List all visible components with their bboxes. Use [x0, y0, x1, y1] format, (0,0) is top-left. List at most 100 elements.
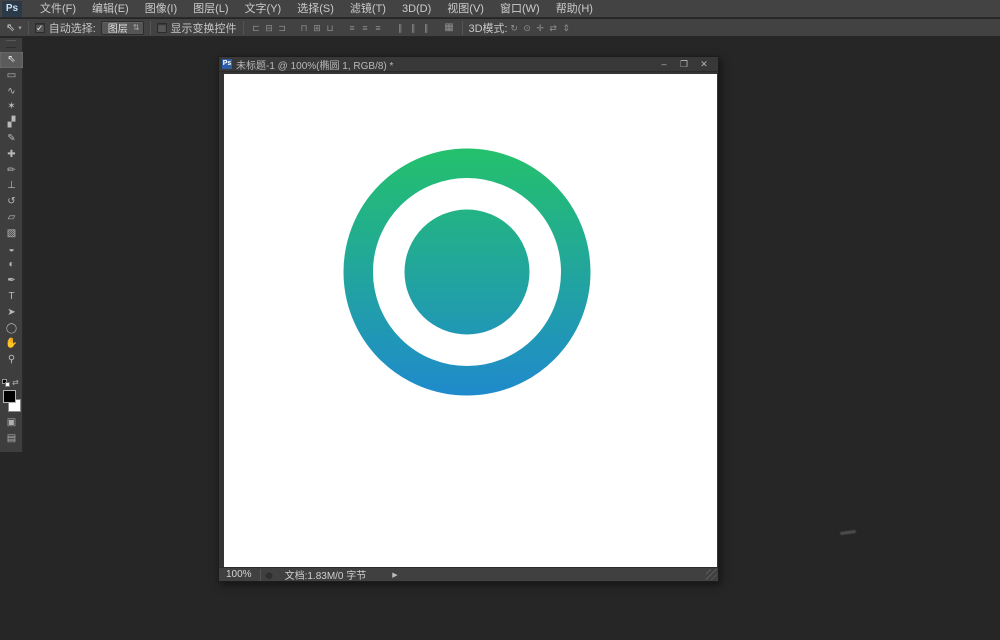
stepper-arrows-icon: ⇅	[133, 23, 140, 32]
menu-3d[interactable]: 3D(D)	[394, 0, 439, 18]
align-bottom-edges-icon[interactable]: ⊔	[324, 21, 337, 35]
path-selection-tool[interactable]: ➤	[0, 305, 23, 321]
zoom-level-field[interactable]: 100%	[219, 569, 260, 580]
stray-mark	[840, 530, 856, 535]
align-top-edges-icon[interactable]: ⊓	[298, 21, 311, 35]
distribute-bottom-edges-icon[interactable]: ≡	[372, 21, 385, 35]
eraser-tool[interactable]: ▱	[0, 210, 23, 226]
quick-mask-button[interactable]: ▣	[0, 417, 23, 428]
menu-items: 文件(F)编辑(E)图像(I)图层(L)文字(Y)选择(S)滤镜(T)3D(D)…	[32, 0, 601, 18]
show-transform-label: 显示变换控件	[171, 20, 237, 36]
window-resize-grip[interactable]	[706, 569, 717, 580]
3d-scale-icon[interactable]: ⇕	[560, 21, 573, 35]
3d-slide-icon[interactable]: ⇄	[547, 21, 560, 35]
type-tool[interactable]: T	[0, 289, 23, 305]
eyedropper-tool[interactable]: ✎	[0, 131, 23, 147]
distribute-vertical-centers-icon[interactable]: ≡	[359, 21, 372, 35]
status-flyout-button[interactable]: ▶	[392, 571, 397, 579]
auto-select-label: 自动选择:	[49, 20, 96, 36]
align-right-edges-icon[interactable]: ⊐	[276, 21, 289, 35]
document-ps-icon: Ps	[222, 59, 232, 69]
document-status-bar: 100% 文档:1.83M/0 字节 ▶	[219, 567, 718, 581]
tools-panel: ⇖▭∿✶▞✎✚✏⊥↺▱▧◒◐✒T➤◯✋⚲ ⇄ ▣ ▤	[0, 38, 23, 452]
menu-filter[interactable]: 滤镜(T)	[342, 0, 394, 18]
menu-layer[interactable]: 图层(L)	[185, 0, 236, 18]
distribute-top-edges-icon[interactable]: ≡	[346, 21, 359, 35]
photoshop-app: Ps 文件(F)编辑(E)图像(I)图层(L)文字(Y)选择(S)滤镜(T)3D…	[0, 0, 1000, 640]
divider	[260, 569, 261, 581]
align-vertical-centers-icon[interactable]: ⊞	[311, 21, 324, 35]
menu-window[interactable]: 窗口(W)	[492, 0, 548, 18]
blur-tool[interactable]: ◒	[0, 242, 23, 258]
document-window: Ps 未标题-1 @ 100%(椭圆 1, RGB/8) * – ❐ ✕	[218, 56, 719, 582]
brush-tool[interactable]: ✏	[0, 163, 23, 179]
menu-bar: Ps 文件(F)编辑(E)图像(I)图层(L)文字(Y)选择(S)滤镜(T)3D…	[0, 0, 1000, 18]
default-background-swatch	[5, 382, 10, 387]
default-colors-icon[interactable]	[2, 379, 11, 387]
distribute-left-edges-icon[interactable]: ∥	[394, 21, 407, 35]
menu-select[interactable]: 选择(S)	[289, 0, 342, 18]
logo-inner-circle	[405, 210, 530, 335]
tool-preset-picker[interactable]: ⇖ ▾	[6, 21, 22, 34]
history-brush-tool[interactable]: ↺	[0, 194, 23, 210]
menu-type[interactable]: 文字(Y)	[237, 0, 290, 18]
healing-brush-tool[interactable]: ✚	[0, 147, 23, 163]
marquee-tool[interactable]: ▭	[0, 68, 23, 84]
hand-tool[interactable]: ✋	[0, 336, 23, 352]
screen-mode-button[interactable]: ▤	[0, 433, 23, 444]
divider	[150, 21, 151, 35]
move-tool-icon: ⇖	[6, 21, 15, 34]
options-bar: ⇖ ▾ ✓ 自动选择: 图层 ⇅ 显示变换控件 ⊏⊟⊐⊓⊞⊔≡≡≡∥∥∥ ▦ 3…	[0, 19, 1000, 37]
gradient-tool[interactable]: ▧	[0, 226, 23, 242]
clone-stamp-tool[interactable]: ⊥	[0, 178, 23, 194]
document-size-info: 文档:1.83M/0 字节	[285, 567, 367, 582]
3d-mode-buttons: ↻⊙✛⇄⇕	[508, 21, 573, 35]
quick-selection-tool[interactable]: ✶	[0, 99, 23, 115]
menu-help[interactable]: 帮助(H)	[548, 0, 601, 18]
zoom-tool[interactable]: ⚲	[0, 352, 23, 368]
document-title-bar[interactable]: Ps 未标题-1 @ 100%(椭圆 1, RGB/8) * – ❐ ✕	[219, 57, 718, 72]
divider	[462, 21, 463, 35]
close-button[interactable]: ✕	[694, 59, 714, 70]
distribute-right-edges-icon[interactable]: ∥	[420, 21, 433, 35]
panel-grip[interactable]	[6, 40, 16, 48]
document-title: 未标题-1 @ 100%(椭圆 1, RGB/8) *	[236, 57, 654, 72]
3d-roll-icon[interactable]: ⊙	[521, 21, 534, 35]
menu-image[interactable]: 图像(I)	[137, 0, 185, 18]
menu-edit[interactable]: 编辑(E)	[84, 0, 137, 18]
3d-rotate-icon[interactable]: ↻	[508, 21, 521, 35]
move-tool[interactable]: ⇖	[0, 52, 23, 68]
3d-mode-label: 3D模式:	[469, 20, 508, 36]
menu-view[interactable]: 视图(V)	[439, 0, 492, 18]
status-field: 文档:1.83M/0 字节 ▶	[265, 567, 398, 582]
3d-drag-icon[interactable]: ✛	[534, 21, 547, 35]
tool-buttons: ⇖▭∿✶▞✎✚✏⊥↺▱▧◒◐✒T➤◯✋⚲	[0, 52, 22, 368]
auto-select-target-dropdown[interactable]: 图层 ⇅	[101, 21, 144, 35]
restore-button[interactable]: ❐	[674, 59, 694, 70]
dodge-tool[interactable]: ◐	[0, 257, 23, 273]
status-indicator-icon	[265, 571, 273, 579]
auto-select-target-value: 图层	[108, 20, 128, 35]
window-controls: – ❐ ✕	[654, 59, 714, 70]
align-horizontal-centers-icon[interactable]: ⊟	[263, 21, 276, 35]
menu-file[interactable]: 文件(F)	[32, 0, 84, 18]
swap-colors-icon[interactable]: ⇄	[12, 378, 19, 387]
auto-align-layers-icon[interactable]: ▦	[443, 21, 456, 35]
ellipse-shape-tool[interactable]: ◯	[0, 321, 23, 337]
align-left-edges-icon[interactable]: ⊏	[250, 21, 263, 35]
photoshop-logo: Ps	[2, 1, 22, 17]
auto-select-checkbox[interactable]: ✓	[35, 23, 45, 33]
lasso-tool[interactable]: ∿	[0, 84, 23, 100]
crop-tool[interactable]: ▞	[0, 115, 23, 131]
chevron-down-icon: ▾	[18, 24, 22, 32]
show-transform-checkbox[interactable]	[157, 23, 167, 33]
divider	[28, 21, 29, 35]
divider	[243, 21, 244, 35]
align-buttons: ⊏⊟⊐⊓⊞⊔≡≡≡∥∥∥	[250, 21, 433, 35]
minimize-button[interactable]: –	[654, 59, 674, 69]
distribute-horizontal-centers-icon[interactable]: ∥	[407, 21, 420, 35]
pen-tool[interactable]: ✒	[0, 273, 23, 289]
foreground-color-swatch[interactable]	[3, 390, 16, 403]
logo-artwork	[224, 74, 717, 568]
document-canvas[interactable]	[224, 74, 717, 568]
